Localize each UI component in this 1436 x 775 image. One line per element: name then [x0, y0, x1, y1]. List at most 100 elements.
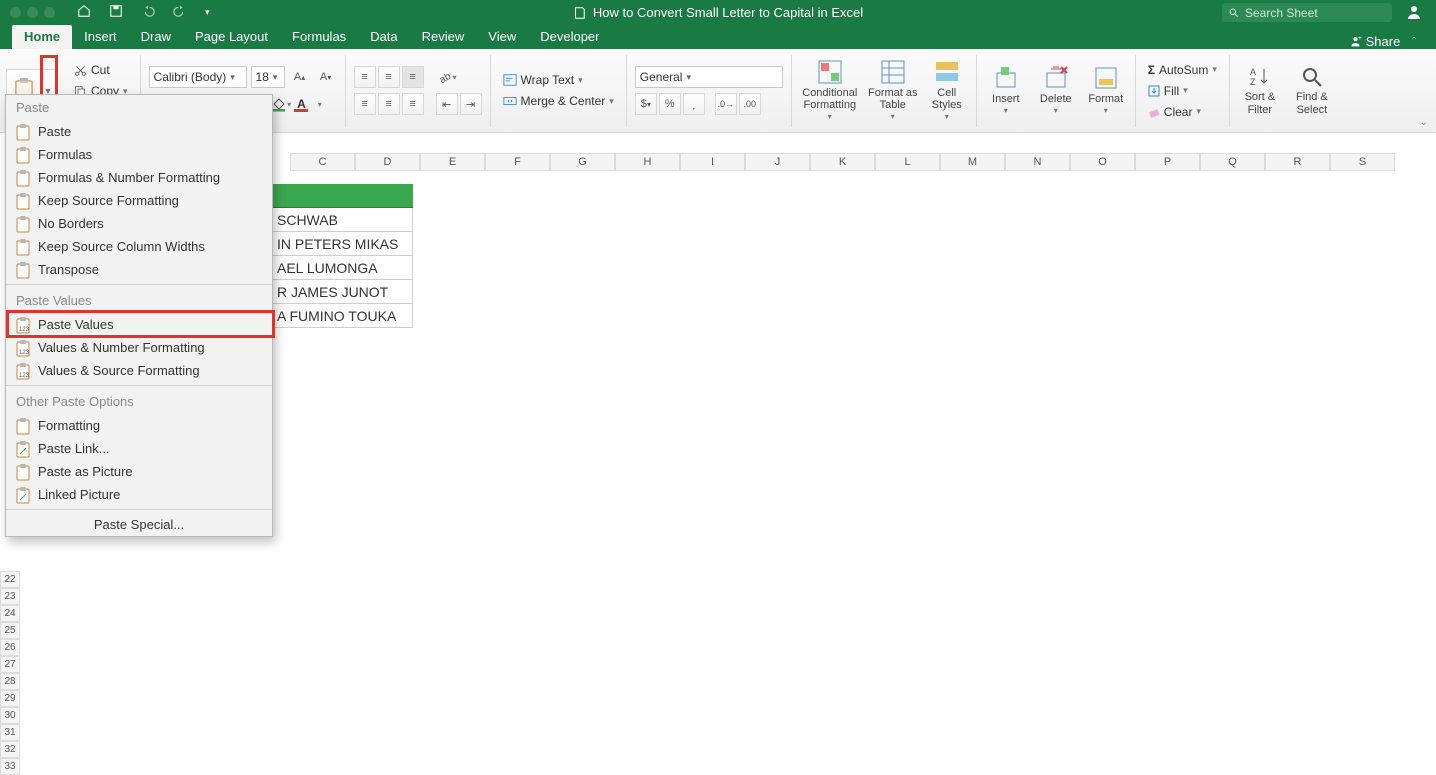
tab-formulas[interactable]: Formulas	[280, 25, 358, 49]
undo-icon[interactable]	[141, 4, 155, 21]
column-header[interactable]: Q	[1200, 153, 1265, 171]
tab-home[interactable]: Home	[12, 25, 72, 49]
decrease-font-button[interactable]: A▾	[315, 66, 337, 88]
menu-item-paste-values[interactable]: 123Paste Values	[6, 313, 272, 336]
row-header[interactable]: 22	[0, 571, 20, 588]
column-header[interactable]: C	[290, 153, 355, 171]
cell-styles-button[interactable]: Cell Styles▾	[926, 59, 968, 122]
row-header[interactable]: 33	[0, 758, 20, 775]
decrease-decimal-button[interactable]: .00	[739, 93, 761, 115]
comma-format-button[interactable]: ͵	[683, 93, 705, 115]
menu-item-values-number-formatting[interactable]: 123Values & Number Formatting	[6, 336, 272, 359]
row-header[interactable]: 26	[0, 639, 20, 656]
ribbon-expand-icon[interactable]: ˆ	[1412, 36, 1416, 48]
menu-item-formatting[interactable]: Formatting	[6, 414, 272, 437]
qat-dropdown-icon[interactable]: ▾	[205, 7, 210, 18]
wrap-text-button[interactable]: Wrap Text ▾	[499, 72, 618, 88]
share-button[interactable]: +Share	[1349, 34, 1401, 49]
row-header[interactable]: 23	[0, 588, 20, 605]
column-header[interactable]: I	[680, 153, 745, 171]
fill-color-button[interactable]: ▾	[271, 96, 291, 112]
column-header[interactable]: P	[1135, 153, 1200, 171]
menu-item-paste-special[interactable]: Paste Special...	[6, 513, 272, 536]
column-header[interactable]: E	[420, 153, 485, 171]
menu-item-linked-picture[interactable]: Linked Picture	[6, 483, 272, 506]
tab-developer[interactable]: Developer	[528, 25, 611, 49]
menu-item-formulas-number-formatting[interactable]: Formulas & Number Formatting	[6, 166, 272, 189]
conditional-formatting-button[interactable]: Conditional Formatting▾	[800, 59, 860, 122]
column-header[interactable]: K	[810, 153, 875, 171]
increase-decimal-button[interactable]: .0→	[715, 93, 737, 115]
column-header[interactable]: G	[550, 153, 615, 171]
align-bottom-button[interactable]: ≡	[402, 66, 424, 88]
align-middle-button[interactable]: ≡	[378, 66, 400, 88]
cell[interactable]: AEL LUMONGA	[273, 256, 413, 280]
fill-button[interactable]: Fill ▾	[1144, 83, 1221, 99]
insert-cells-button[interactable]: Insert▾	[985, 65, 1027, 116]
tab-draw[interactable]: Draw	[129, 25, 183, 49]
home-icon[interactable]	[77, 4, 91, 21]
ribbon-collapse-icon[interactable]: ⌄	[1420, 117, 1428, 128]
merge-center-button[interactable]: Merge & Center ▾	[499, 93, 618, 109]
column-header[interactable]: H	[615, 153, 680, 171]
window-controls[interactable]	[10, 7, 55, 18]
row-header[interactable]: 25	[0, 622, 20, 639]
row-header[interactable]: 28	[0, 673, 20, 690]
menu-item-keep-source-formatting[interactable]: Keep Source Formatting	[6, 189, 272, 212]
delete-cells-button[interactable]: Delete▾	[1035, 65, 1077, 116]
align-top-button[interactable]: ≡	[354, 66, 376, 88]
tab-review[interactable]: Review	[410, 25, 477, 49]
column-header[interactable]: L	[875, 153, 940, 171]
align-center-button[interactable]: ≡	[378, 93, 400, 115]
increase-font-button[interactable]: A▴	[289, 66, 311, 88]
row-header[interactable]: 24	[0, 605, 20, 622]
font-color-button[interactable]: A▾	[297, 97, 322, 112]
cell[interactable]: A FUMINO TOUKA	[273, 304, 413, 328]
row-header[interactable]: 31	[0, 724, 20, 741]
number-format-select[interactable]: General	[635, 66, 783, 88]
save-icon[interactable]	[109, 4, 123, 21]
font-size-select[interactable]: 18	[251, 66, 285, 88]
format-as-table-button[interactable]: Format as Table▾	[868, 59, 918, 122]
tab-data[interactable]: Data	[358, 25, 409, 49]
align-left-button[interactable]: ≡	[354, 93, 376, 115]
column-header[interactable]: M	[940, 153, 1005, 171]
menu-item-no-borders[interactable]: No Borders	[6, 212, 272, 235]
column-header[interactable]: O	[1070, 153, 1135, 171]
menu-item-formulas[interactable]: Formulas	[6, 143, 272, 166]
cut-button[interactable]: Cut	[70, 62, 132, 78]
menu-item-paste-as-picture[interactable]: Paste as Picture	[6, 460, 272, 483]
font-name-select[interactable]: Calibri (Body)	[149, 66, 247, 88]
menu-item-values-source-formatting[interactable]: 123Values & Source Formatting	[6, 359, 272, 382]
tab-page-layout[interactable]: Page Layout	[183, 25, 280, 49]
tab-insert[interactable]: Insert	[72, 25, 129, 49]
menu-item-paste[interactable]: Paste	[6, 120, 272, 143]
column-header[interactable]: F	[485, 153, 550, 171]
cell[interactable]: R JAMES JUNOT	[273, 280, 413, 304]
column-header[interactable]: J	[745, 153, 810, 171]
tab-view[interactable]: View	[476, 25, 528, 49]
sort-filter-button[interactable]: AZ Sort & Filter	[1238, 65, 1282, 115]
increase-indent-button[interactable]: ⇥	[460, 93, 482, 115]
menu-item-paste-link[interactable]: Paste Link...	[6, 437, 272, 460]
user-icon[interactable]	[1406, 4, 1422, 20]
percent-format-button[interactable]: %	[659, 93, 681, 115]
column-header[interactable]: N	[1005, 153, 1070, 171]
column-header[interactable]: S	[1330, 153, 1395, 171]
orientation-button[interactable]: ab▾	[436, 66, 458, 88]
autosum-button[interactable]: Σ AutoSum ▾	[1144, 62, 1221, 78]
find-select-button[interactable]: Find & Select	[1290, 65, 1334, 115]
cell[interactable]: IN PETERS MIKAS	[273, 232, 413, 256]
align-right-button[interactable]: ≡	[402, 93, 424, 115]
row-header[interactable]: 30	[0, 707, 20, 724]
row-header[interactable]: 29	[0, 690, 20, 707]
redo-icon[interactable]	[173, 4, 187, 21]
row-header[interactable]: 27	[0, 656, 20, 673]
format-cells-button[interactable]: Format▾	[1085, 65, 1127, 116]
row-header[interactable]: 32	[0, 741, 20, 758]
menu-item-transpose[interactable]: Transpose	[6, 258, 272, 281]
column-header[interactable]: R	[1265, 153, 1330, 171]
clear-button[interactable]: Clear ▾	[1144, 104, 1221, 120]
menu-item-keep-source-column-widths[interactable]: Keep Source Column Widths	[6, 235, 272, 258]
column-header[interactable]: D	[355, 153, 420, 171]
